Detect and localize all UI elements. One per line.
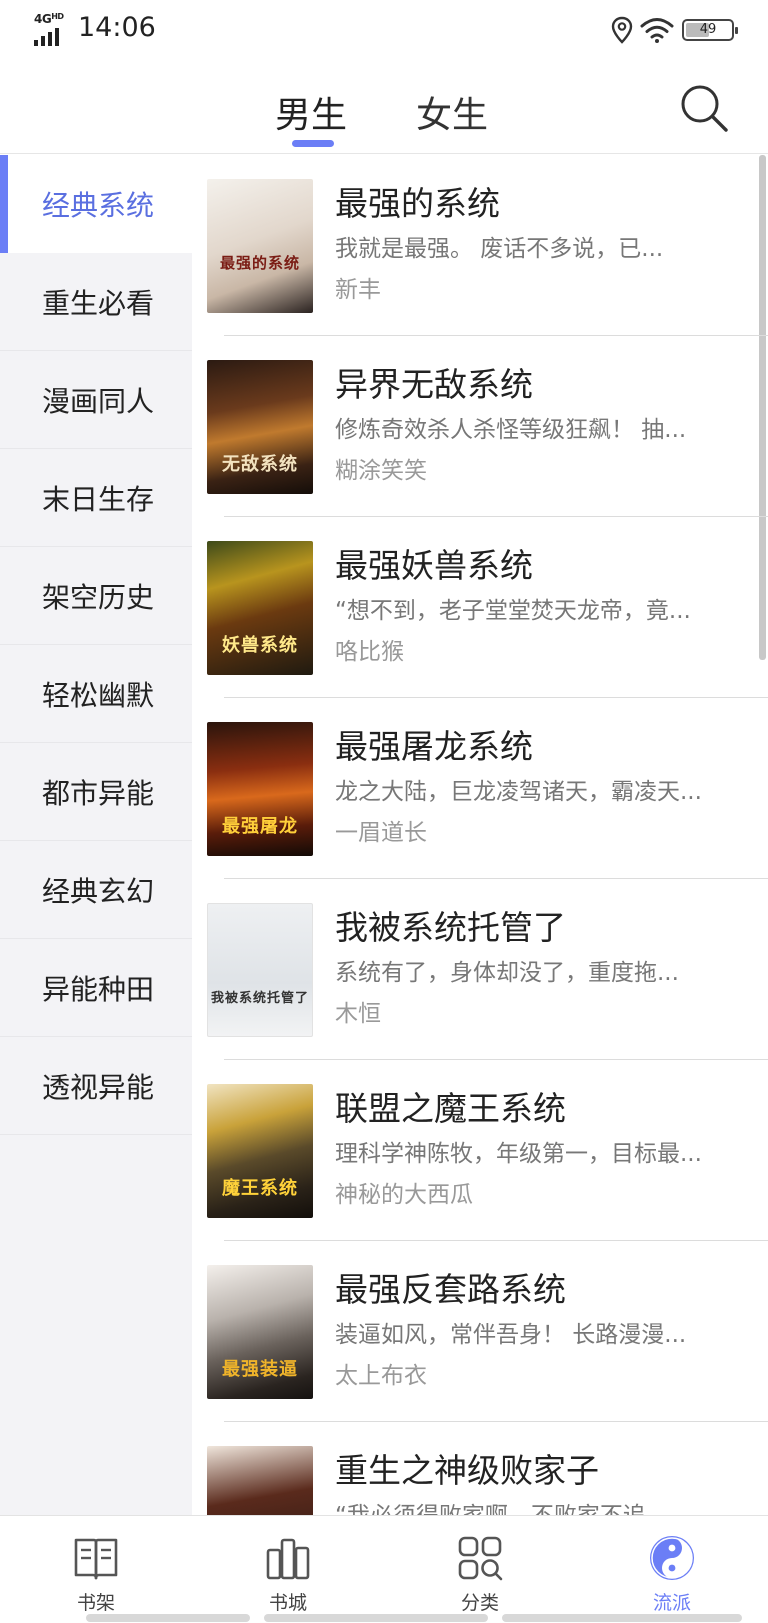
sidebar-item-alt-history[interactable]: 架空历史 bbox=[0, 547, 192, 645]
book-cover: 最强屠龙 bbox=[207, 722, 313, 856]
status-bar: 4GHD 14:06 49 bbox=[0, 0, 768, 60]
book-author: 新丰 bbox=[335, 277, 381, 303]
home-indicator bbox=[264, 1614, 488, 1622]
nav-label: 分类 bbox=[460, 1592, 499, 1614]
sidebar-item-classic-fantasy[interactable]: 经典玄幻 bbox=[0, 841, 192, 939]
book-item[interactable]: 魔王系统 联盟之魔王系统 理科学神陈牧，年级第一，目标最... 神秘的大西瓜 bbox=[192, 1060, 768, 1241]
sidebar-item-xray-powers[interactable]: 透视异能 bbox=[0, 1037, 192, 1135]
book-title: 重生之神级败家子 bbox=[335, 1451, 599, 1490]
book-title: 最强反套路系统 bbox=[335, 1270, 566, 1309]
book-author: 太上布衣 bbox=[335, 1363, 427, 1389]
book-item[interactable]: 最强装逼 最强反套路系统 装逼如风，常伴吾身！ 长路漫漫... 太上布衣 bbox=[192, 1241, 768, 1422]
book-item[interactable]: 最强屠龙 最强屠龙系统 龙之大陆，巨龙凌驾诸天，霸凌天... 一眉道长 bbox=[192, 698, 768, 879]
sidebar-item-apocalypse[interactable]: 末日生存 bbox=[0, 449, 192, 547]
book-cover: 无敌系统 bbox=[207, 360, 313, 494]
nav-label: 书城 bbox=[268, 1592, 307, 1614]
book-author: 糊涂笑笑 bbox=[335, 458, 427, 484]
book-cover: 最强装逼 bbox=[207, 1265, 313, 1399]
book-cover: 我被系统托管了 bbox=[207, 903, 313, 1037]
book-description: 龙之大陆，巨龙凌驾诸天，霸凌天... bbox=[335, 779, 702, 805]
sidebar-item-rebirth[interactable]: 重生必看 bbox=[0, 253, 192, 351]
genre-sidebar: 经典系统 重生必看 漫画同人 末日生存 架空历史 轻松幽默 都市异能 经典玄幻 … bbox=[0, 155, 192, 1515]
nav-bookshelf[interactable]: 书架 bbox=[0, 1516, 192, 1623]
home-indicator bbox=[86, 1614, 250, 1622]
bottom-nav: 书架 书城 分类 流派 bbox=[0, 1515, 768, 1622]
book-description: 系统有了，身体却没了，重度拖... bbox=[335, 960, 679, 986]
book-description: 理科学神陈牧，年级第一，目标最... bbox=[335, 1141, 702, 1167]
home-indicator bbox=[502, 1614, 742, 1622]
book-item[interactable]: 最强的系统 最强的系统 我就是最强。 废话不多说，已... 新丰 bbox=[192, 155, 768, 336]
book-list: 最强的系统 最强的系统 我就是最强。 废话不多说，已... 新丰 无敌系统 异界… bbox=[192, 155, 768, 1515]
tab-female[interactable]: 女生 bbox=[416, 86, 488, 138]
nav-category[interactable]: 分类 bbox=[384, 1516, 576, 1623]
search-icon[interactable] bbox=[676, 80, 730, 134]
book-item[interactable]: 我被系统托管了 我被系统托管了 系统有了，身体却没了，重度拖... 木恒 bbox=[192, 879, 768, 1060]
book-author: 一眉道长 bbox=[335, 820, 427, 846]
nav-label: 书架 bbox=[76, 1592, 115, 1614]
bookshelf-icon bbox=[266, 1538, 310, 1580]
book-title: 最强的系统 bbox=[335, 184, 500, 223]
active-tab-indicator bbox=[292, 140, 334, 147]
sidebar-item-farming-powers[interactable]: 异能种田 bbox=[0, 939, 192, 1037]
book-icon bbox=[74, 1538, 118, 1580]
book-title: 最强妖兽系统 bbox=[335, 546, 533, 585]
book-author: 神秘的大西瓜 bbox=[335, 1182, 473, 1208]
book-cover: 妖兽系统 bbox=[207, 541, 313, 675]
book-description: “想不到，老子堂堂焚天龙帝，竟... bbox=[335, 598, 691, 624]
location-icon bbox=[611, 16, 633, 44]
book-title: 异界无敌系统 bbox=[335, 365, 533, 404]
yin-yang-icon bbox=[650, 1536, 694, 1580]
book-item[interactable]: 无敌系统 异界无敌系统 修炼奇效杀人杀怪等级狂飙！ 抽... 糊涂笑笑 bbox=[192, 336, 768, 517]
sidebar-item-urban-powers[interactable]: 都市异能 bbox=[0, 743, 192, 841]
book-author: 咯比猴 bbox=[335, 639, 404, 665]
gender-tabs: 男生 女生 bbox=[0, 60, 768, 154]
book-description: “我必须得败家啊，不败家不追... bbox=[335, 1496, 741, 1515]
book-title: 我被系统托管了 bbox=[335, 908, 566, 947]
battery-icon: 49 bbox=[682, 19, 738, 41]
tab-male[interactable]: 男生 bbox=[275, 86, 347, 138]
book-description: 我就是最强。 废话不多说，已... bbox=[335, 236, 664, 262]
sidebar-item-comic-fanfic[interactable]: 漫画同人 bbox=[0, 351, 192, 449]
nav-genre[interactable]: 流派 bbox=[576, 1516, 768, 1623]
book-title: 最强屠龙系统 bbox=[335, 727, 533, 766]
book-description: 装逼如风，常伴吾身！ 长路漫漫... bbox=[335, 1322, 687, 1348]
category-icon bbox=[458, 1536, 503, 1581]
sidebar-item-humor[interactable]: 轻松幽默 bbox=[0, 645, 192, 743]
book-title: 联盟之魔王系统 bbox=[335, 1089, 566, 1128]
wifi-icon bbox=[640, 18, 674, 43]
nav-label: 流派 bbox=[652, 1592, 691, 1614]
book-cover: 最强的系统 bbox=[207, 179, 313, 313]
nav-bookstore[interactable]: 书城 bbox=[192, 1516, 384, 1623]
book-cover bbox=[207, 1446, 313, 1515]
signal-icon: 4GHD bbox=[34, 12, 70, 46]
sidebar-item-classic-system[interactable]: 经典系统 bbox=[0, 155, 192, 253]
book-item[interactable]: 重生之神级败家子 “我必须得败家啊，不败家不追... bbox=[192, 1422, 768, 1515]
book-description: 修炼奇效杀人杀怪等级狂飙！ 抽... bbox=[335, 417, 687, 443]
book-author: 木恒 bbox=[335, 1001, 381, 1027]
book-item[interactable]: 妖兽系统 最强妖兽系统 “想不到，老子堂堂焚天龙帝，竟... 咯比猴 bbox=[192, 517, 768, 698]
status-time: 14:06 bbox=[78, 12, 156, 43]
book-cover: 魔王系统 bbox=[207, 1084, 313, 1218]
